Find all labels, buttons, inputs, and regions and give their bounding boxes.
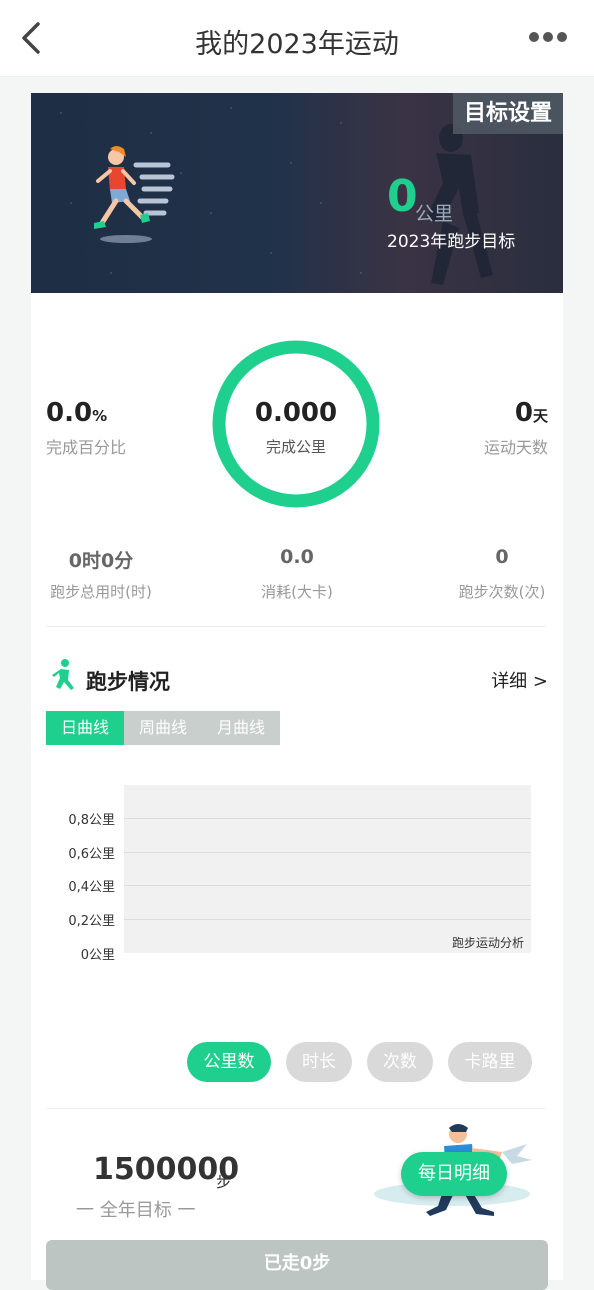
- completion-unit: %: [92, 407, 108, 425]
- gridline: [124, 852, 531, 853]
- gridline: [124, 818, 531, 819]
- completion-label: 完成百分比: [46, 438, 127, 457]
- goal-distance-value: 0: [387, 171, 418, 222]
- goal-banner: 目标设置 0 公里 2023年跑步目标: [31, 93, 563, 293]
- goal-label: 2023年跑步目标: [387, 232, 516, 252]
- metric-calories-button[interactable]: 卡路里: [448, 1042, 532, 1082]
- gridline: [124, 919, 531, 920]
- run-count-label: 跑步次数(次): [458, 583, 546, 601]
- metric-count-button[interactable]: 次数: [367, 1042, 433, 1082]
- detail-link[interactable]: 详细 >: [491, 667, 548, 693]
- tab-weekly-curve[interactable]: 周曲线: [124, 711, 202, 745]
- total-time-value: 0时0分: [68, 550, 134, 572]
- metric-duration-button[interactable]: 时长: [286, 1042, 352, 1082]
- y-tick-label: 0,4公里: [68, 880, 115, 895]
- running-girl-illustration: [94, 146, 175, 243]
- exercise-days: 0天: [515, 398, 548, 428]
- completion-percent: 0.0%: [46, 398, 107, 428]
- gridline: [124, 885, 531, 886]
- run-count-value: 0: [495, 546, 509, 568]
- steps-walked-button[interactable]: 已走0步: [46, 1240, 548, 1290]
- y-tick-label: 0,8公里: [68, 813, 115, 828]
- completed-distance-label: 完成公里: [265, 438, 326, 456]
- calories-value: 0.0: [280, 546, 314, 568]
- y-tick-label: 0,2公里: [68, 914, 115, 929]
- y-tick-label: 0公里: [80, 948, 115, 963]
- more-dots-icon[interactable]: [528, 30, 568, 44]
- completed-distance-value: 0.000: [254, 398, 338, 428]
- runner-icon: [52, 659, 74, 690]
- page-title: 我的2023年运动: [195, 29, 399, 60]
- total-time-label: 跑步总用时(时): [50, 583, 152, 601]
- days-label: 运动天数: [483, 438, 548, 457]
- tab-daily-curve[interactable]: 日曲线: [46, 711, 124, 745]
- calories-label: 消耗(大卡): [261, 583, 333, 601]
- y-tick-label: 0,6公里: [68, 847, 115, 862]
- goal-distance-unit: 公里: [415, 203, 454, 225]
- divider: [46, 626, 546, 627]
- metric-distance-button[interactable]: 公里数: [187, 1042, 271, 1082]
- days-value: 0: [514, 398, 533, 428]
- section-title: 跑步情况: [86, 670, 170, 694]
- steps-goal-label: 一 全年目标 一: [76, 1200, 196, 1221]
- completion-value: 0.0: [46, 398, 93, 428]
- goal-settings-button[interactable]: 目标设置: [453, 93, 563, 134]
- chart-plot-area: [124, 785, 531, 953]
- tab-monthly-curve[interactable]: 月曲线: [202, 711, 280, 745]
- steps-goal-unit: 步: [216, 1172, 233, 1191]
- daily-detail-button[interactable]: 每日明细: [401, 1152, 507, 1196]
- top-nav-bar: 我的2023年运动: [0, 0, 594, 77]
- days-unit: 天: [532, 407, 548, 425]
- divider: [46, 1108, 546, 1109]
- chart-annotation: 跑步运动分析: [451, 936, 524, 950]
